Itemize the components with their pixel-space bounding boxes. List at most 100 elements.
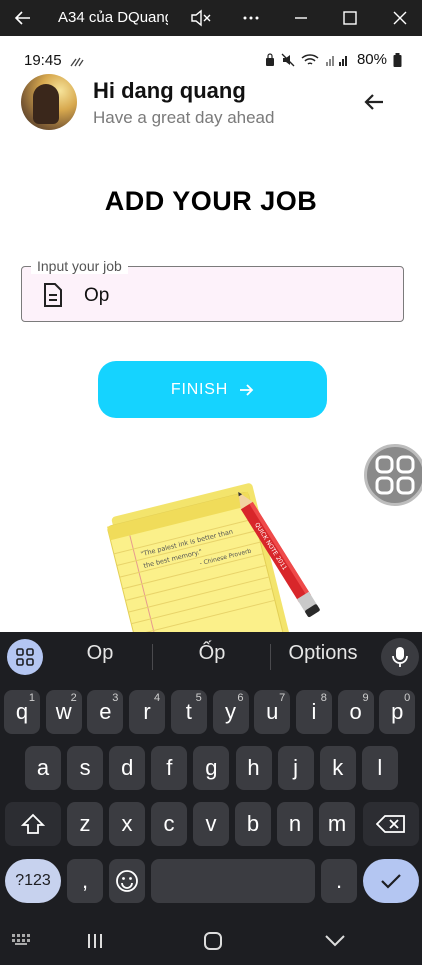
key-a[interactable]: a (25, 746, 61, 790)
key-o[interactable]: o9 (337, 690, 374, 734)
speaker-mute-icon (191, 9, 211, 27)
key-k[interactable]: k (319, 746, 356, 790)
key-number-hint: 0 (404, 692, 411, 704)
key-x[interactable]: x (109, 802, 145, 846)
key-f[interactable]: f (151, 746, 188, 790)
key-g[interactable]: g (193, 746, 230, 790)
key-y[interactable]: y6 (212, 690, 249, 734)
suggestion-2[interactable]: Ốp (172, 642, 252, 665)
key-m[interactable]: m (319, 802, 355, 846)
key-label: q (15, 699, 29, 724)
status-icons: 80% (265, 51, 402, 68)
key-number-hint: 6 (237, 692, 244, 704)
floating-apps-button[interactable] (364, 444, 422, 506)
shift-key[interactable] (5, 802, 61, 846)
key-d[interactable]: d (109, 746, 146, 790)
notification-icon (70, 57, 84, 67)
emoji-key[interactable] (109, 859, 145, 903)
greeting-subtitle: Have a great day ahead (93, 108, 275, 127)
key-s[interactable]: s (67, 746, 104, 790)
key-n[interactable]: n (277, 802, 313, 846)
key-q[interactable]: q1 (4, 690, 40, 734)
key-number-hint: 8 (320, 692, 327, 704)
key-label: e (99, 699, 112, 724)
key-u[interactable]: u7 (254, 690, 291, 734)
window-title: A34 của DQuang (58, 9, 168, 26)
home-icon[interactable] (203, 931, 223, 951)
keyboard: Op Ốp Options q1w2e3r4t5y6u7i8o9p0 asdfg… (0, 632, 422, 965)
suggestion-3[interactable]: Options (280, 642, 366, 665)
job-input-value[interactable]: Op (84, 285, 109, 307)
emoji-icon (116, 870, 138, 892)
document-icon (44, 283, 62, 307)
shift-icon (21, 813, 45, 834)
status-bar: 19:45 80% (0, 44, 422, 74)
backspace-icon (376, 815, 405, 833)
status-time: 19:45 (24, 52, 62, 69)
key-label: i (311, 699, 317, 724)
key-e[interactable]: e3 (87, 690, 124, 734)
window-titlebar: A34 của DQuang (0, 0, 422, 36)
signal-icon (325, 55, 347, 66)
keyboard-switch-icon[interactable] (12, 934, 32, 946)
key-label: t (185, 699, 192, 724)
key-label: y (225, 699, 236, 724)
checkmark-icon (381, 874, 401, 889)
key-j[interactable]: j (277, 746, 314, 790)
mute-button[interactable] (186, 0, 216, 36)
chevron-down-icon[interactable] (324, 934, 346, 948)
recent-apps-icon[interactable] (86, 932, 104, 950)
microphone-icon (392, 647, 408, 667)
mute-icon (281, 53, 295, 66)
job-input-label: Input your job (31, 258, 128, 274)
close-icon (393, 11, 407, 25)
greeting-text: Hi dang quang (93, 78, 246, 103)
keyboard-menu-button[interactable] (7, 639, 43, 675)
backspace-key[interactable] (363, 802, 419, 846)
more-button[interactable] (236, 0, 266, 36)
window-close-button[interactable] (385, 0, 415, 36)
minimize-icon (295, 17, 307, 19)
key-number-hint: 3 (112, 692, 119, 704)
job-input-field[interactable] (21, 266, 404, 322)
maximize-button[interactable] (335, 0, 365, 36)
key-v[interactable]: v (193, 802, 229, 846)
key-p[interactable]: p0 (379, 690, 416, 734)
arrow-left-icon (14, 11, 30, 25)
enter-key[interactable] (363, 859, 419, 903)
suggestion-divider (152, 644, 153, 670)
key-label: u (266, 699, 279, 724)
suggestion-divider (270, 644, 271, 670)
window-back-button[interactable] (8, 0, 38, 36)
key-z[interactable]: z (67, 802, 103, 846)
key-w[interactable]: w2 (45, 690, 82, 734)
key-i[interactable]: i8 (295, 690, 332, 734)
key-c[interactable]: c (151, 802, 187, 846)
key-r[interactable]: r4 (129, 690, 166, 734)
key-number-hint: 5 (195, 692, 202, 704)
minimize-button[interactable] (286, 0, 316, 36)
battery-percent: 80% (356, 51, 387, 68)
key-h[interactable]: h (235, 746, 272, 790)
avatar[interactable] (21, 74, 77, 130)
key-b[interactable]: b (235, 802, 271, 846)
battery-icon (393, 52, 402, 67)
key-number-hint: 4 (153, 692, 161, 704)
maximize-icon (343, 11, 357, 25)
space-key[interactable] (151, 859, 315, 903)
suggestion-1[interactable]: Op (60, 642, 140, 665)
grid-icon (375, 455, 415, 495)
arrow-left-icon (364, 94, 383, 110)
key-l[interactable]: l (361, 746, 398, 790)
key-number-hint: 1 (28, 692, 35, 704)
comma-key[interactable]: , (67, 859, 103, 903)
period-key[interactable]: . (321, 859, 357, 903)
finish-button[interactable]: FINISH (98, 361, 327, 418)
symbols-key[interactable]: ?123 (5, 859, 61, 903)
key-t[interactable]: t5 (170, 690, 207, 734)
back-button[interactable] (360, 88, 388, 116)
voice-input-button[interactable] (381, 638, 419, 676)
key-number-hint: 2 (70, 692, 77, 704)
system-nav-bar (0, 930, 422, 965)
notepad-illustration: "The palest ink is better thanthe best m… (107, 483, 320, 632)
